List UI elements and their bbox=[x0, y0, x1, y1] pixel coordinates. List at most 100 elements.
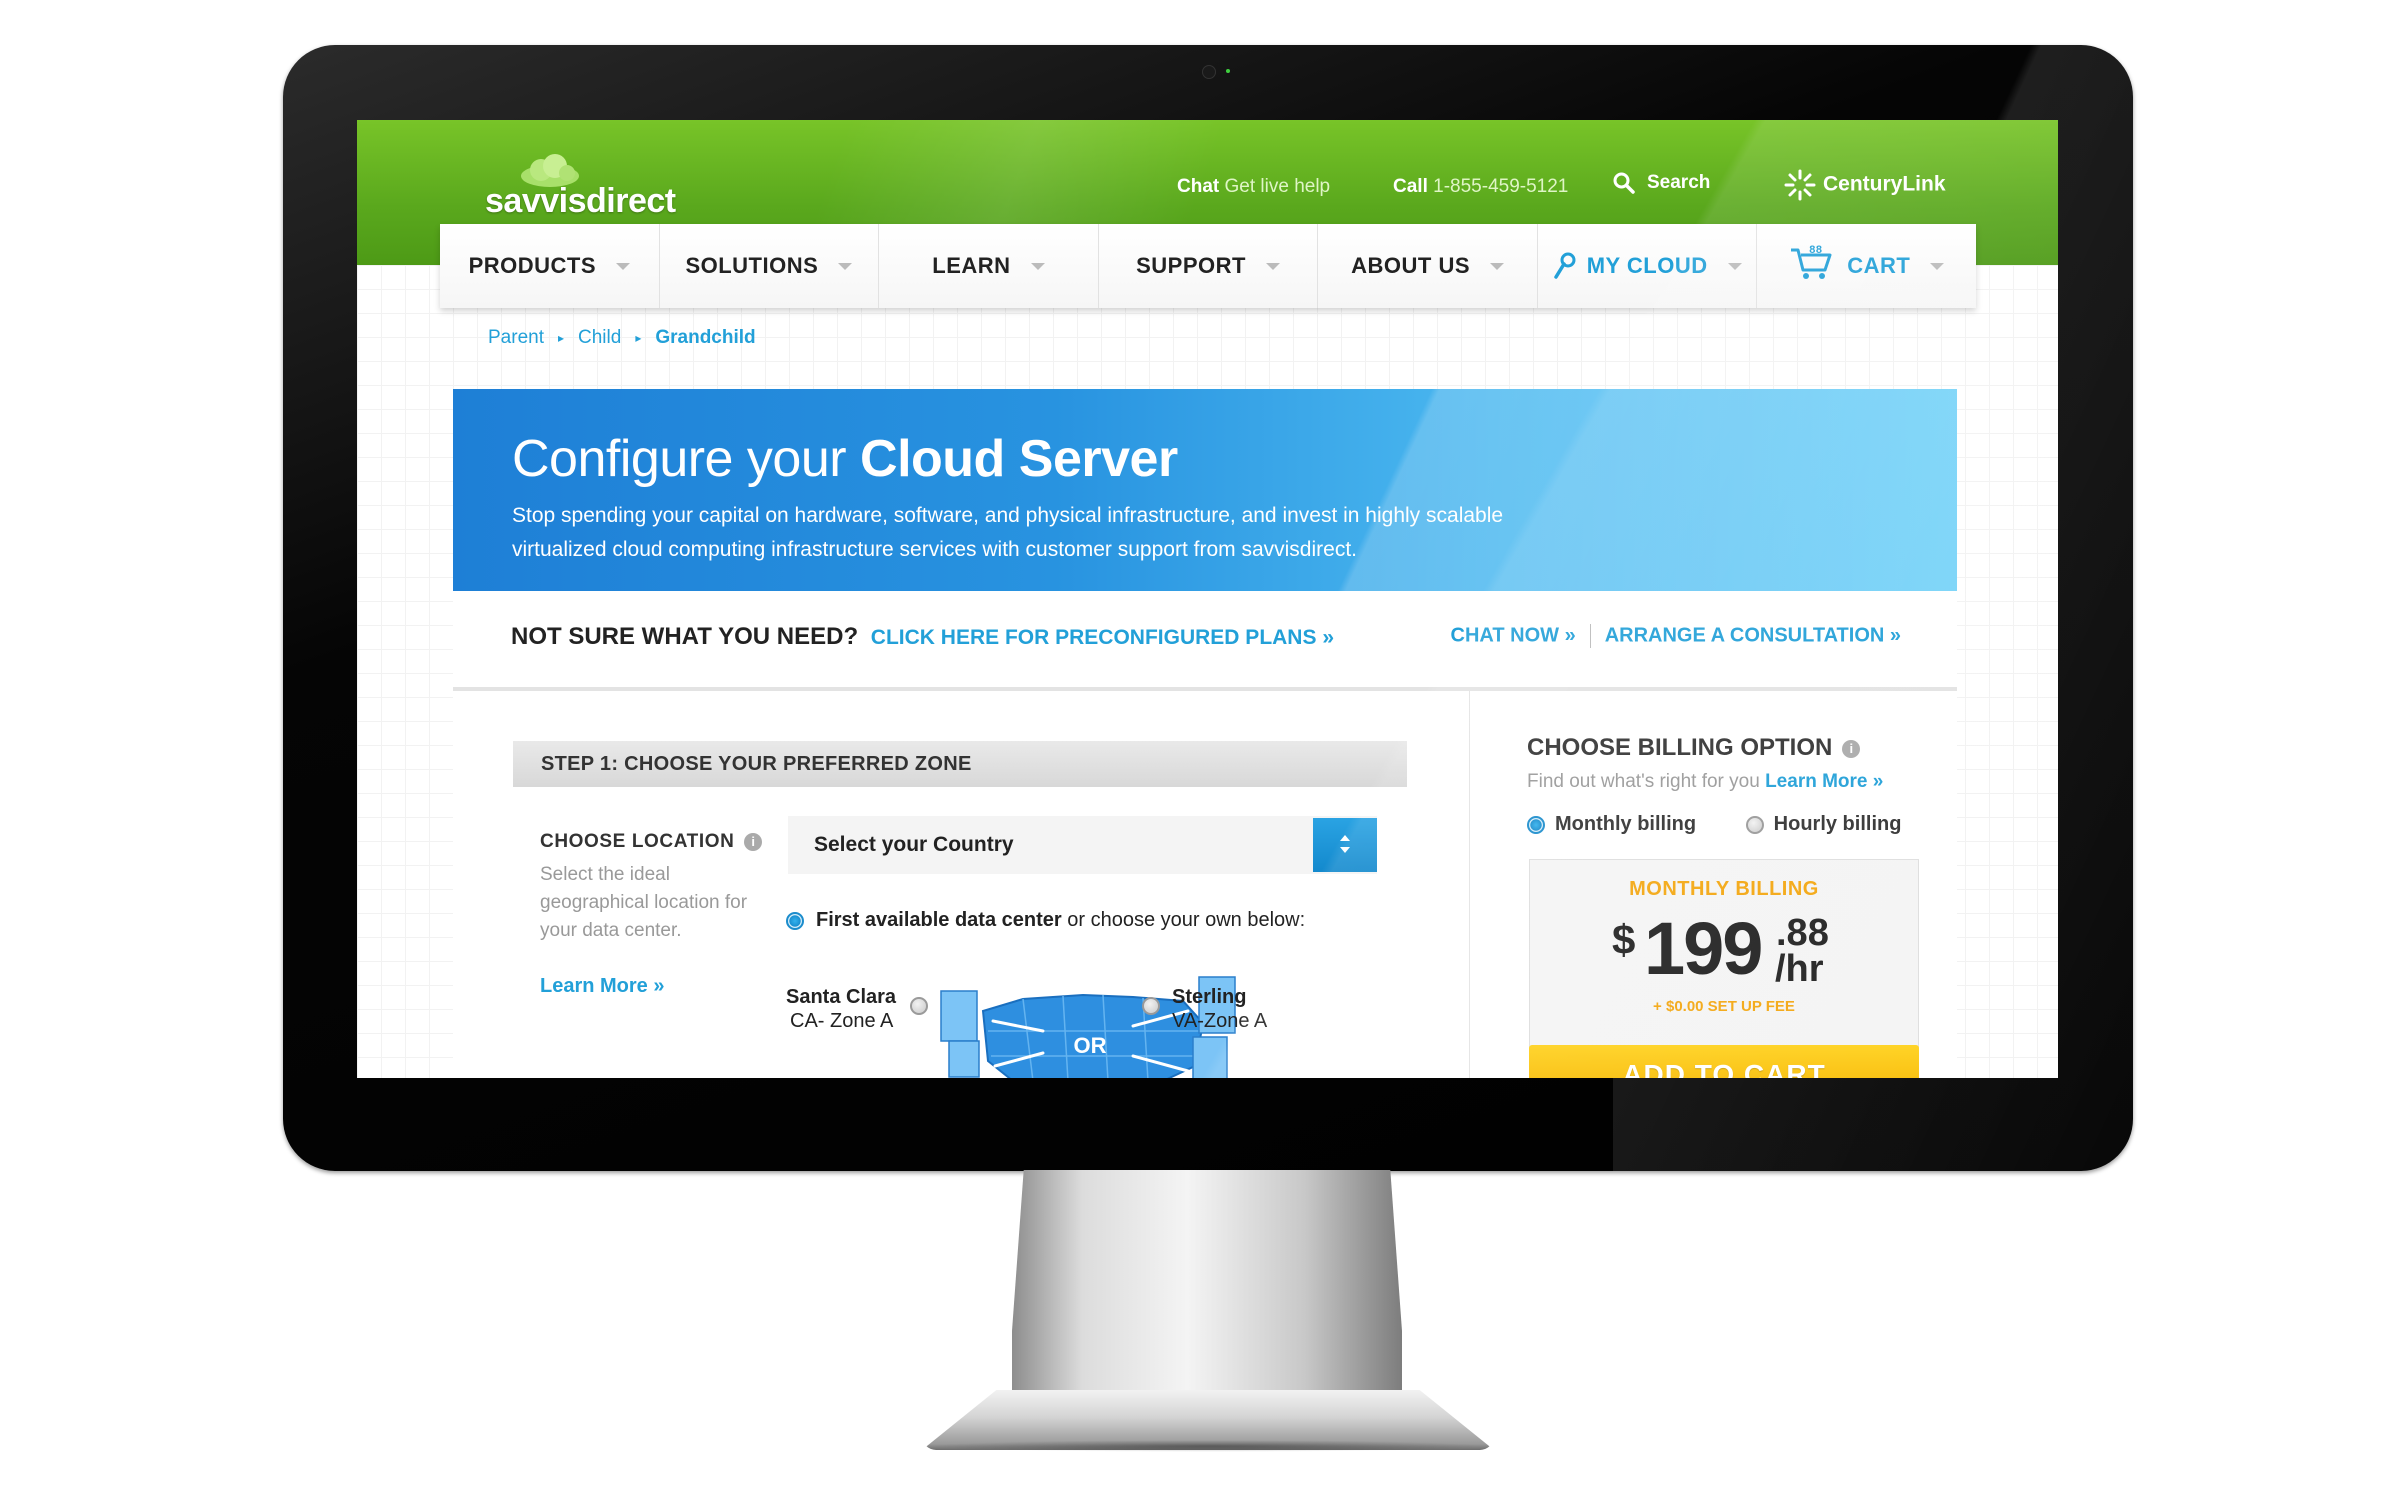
nav-solutions[interactable]: SOLUTIONS bbox=[658, 224, 879, 308]
key-icon bbox=[1553, 252, 1576, 279]
column-divider bbox=[1469, 691, 1470, 1078]
billing-title-text: CHOOSE BILLING OPTION bbox=[1527, 734, 1833, 761]
monthly-billing-label: Monthly billing bbox=[1555, 813, 1697, 835]
cart-count: 88 bbox=[1809, 244, 1823, 256]
nav-about-us[interactable]: ABOUT US bbox=[1317, 224, 1537, 308]
nav-learn-label: LEARN bbox=[932, 253, 1011, 278]
santa-clara-name: Santa Clara bbox=[786, 986, 897, 1008]
location-learn-more[interactable]: Learn More » bbox=[540, 975, 664, 998]
page-title: Configure your Cloud Server bbox=[512, 429, 1178, 489]
nav-products-label: PRODUCTS bbox=[468, 253, 597, 278]
sterling-zone: VA-Zone A bbox=[1172, 1010, 1268, 1032]
chevron-down-icon bbox=[1490, 262, 1505, 270]
first-available-rest: or choose your own below: bbox=[1067, 909, 1306, 931]
nav-my-cloud[interactable]: MY CLOUD bbox=[1536, 224, 1757, 308]
help-question: NOT SURE WHAT YOU NEED? bbox=[511, 623, 859, 650]
centurylink-text: CenturyLink bbox=[1823, 172, 1946, 196]
consultation-link[interactable]: ARRANGE A CONSULTATION » bbox=[1605, 624, 1901, 646]
hero-description: Stop spending your capital on hardware, … bbox=[512, 504, 1504, 561]
logo-text: savvisdirect bbox=[485, 182, 676, 220]
location-description: Select the ideal geographical location f… bbox=[540, 864, 748, 941]
monthly-billing-option[interactable]: Monthly billing bbox=[1527, 813, 1696, 836]
divider bbox=[1589, 624, 1591, 648]
info-icon[interactable]: i bbox=[1842, 739, 1861, 758]
add-to-cart-label: ADD TO CART bbox=[1622, 1059, 1826, 1078]
santa-clara-radio[interactable] bbox=[910, 997, 928, 1015]
monitor-shadow bbox=[930, 1440, 1486, 1452]
hourly-billing-radio[interactable] bbox=[1745, 815, 1764, 834]
breadcrumb-current: Grandchild bbox=[655, 327, 756, 348]
step-title: STEP 1: CHOOSE YOUR PREFERRED ZONE bbox=[541, 753, 972, 775]
datacenter-santa-clara[interactable]: Santa Clara CA- Zone A bbox=[786, 985, 928, 1033]
monitor-stand bbox=[1012, 1170, 1402, 1400]
chevron-down-icon bbox=[1930, 262, 1945, 270]
nav-cart-label: CART bbox=[1847, 253, 1911, 278]
country-select[interactable]: Select your Country bbox=[788, 816, 1377, 874]
nav-products[interactable]: PRODUCTS bbox=[440, 224, 659, 308]
chat-link[interactable]: Chat Get live help bbox=[1177, 176, 1330, 198]
configurator: STEP 1: CHOOSE YOUR PREFERRED ZONE CHOOS… bbox=[453, 691, 1957, 1078]
search-link[interactable]: Search bbox=[1613, 172, 1710, 194]
nav-my-cloud-label: MY CLOUD bbox=[1586, 253, 1708, 278]
hourly-billing-option[interactable]: Hourly billing bbox=[1745, 813, 1902, 836]
call-link[interactable]: Call 1-855-459-5121 bbox=[1393, 176, 1568, 198]
breadcrumb-parent[interactable]: Parent bbox=[488, 327, 544, 348]
monthly-billing-radio[interactable] bbox=[1527, 815, 1545, 834]
hourly-billing-label: Hourly billing bbox=[1773, 813, 1902, 835]
billing-learn-more[interactable]: Learn More » bbox=[1765, 771, 1883, 792]
sterling-radio[interactable] bbox=[1142, 997, 1160, 1015]
sterling-name: Sterling bbox=[1172, 986, 1247, 1008]
chevron-down-icon bbox=[616, 262, 631, 270]
webcam-light bbox=[1226, 69, 1230, 73]
help-links: CHAT NOW » ARRANGE A CONSULTATION » bbox=[1451, 624, 1901, 648]
centurylink-burst-icon bbox=[1784, 169, 1816, 201]
billing-subtitle: Find out what's right for you Learn More… bbox=[1527, 771, 1883, 793]
first-available-option[interactable]: First available data center or choose yo… bbox=[786, 909, 1305, 932]
location-label: CHOOSE LOCATION i bbox=[540, 831, 763, 853]
billing-subtitle-text: Find out what's right for you bbox=[1527, 771, 1760, 792]
chevron-down-icon bbox=[838, 262, 853, 270]
first-available-bold: First available data center bbox=[816, 909, 1062, 931]
chevron-right-icon: ▸ bbox=[635, 330, 642, 345]
title-light: Configure your bbox=[512, 430, 847, 488]
search-icon bbox=[1613, 172, 1635, 194]
price-currency: $ bbox=[1612, 916, 1636, 963]
nav-solutions-label: SOLUTIONS bbox=[685, 253, 819, 278]
hero-banner: Configure your Cloud Server Stop spendin… bbox=[453, 389, 1957, 591]
add-to-cart-button[interactable]: ADD TO CART bbox=[1529, 1045, 1919, 1078]
datacenter-sterling[interactable]: Sterling VA-Zone A bbox=[1142, 985, 1268, 1033]
breadcrumb-child[interactable]: Child bbox=[578, 327, 621, 348]
phone-number: 1-855-459-5121 bbox=[1433, 176, 1569, 197]
breadcrumb: Parent ▸ Child ▸ Grandchild bbox=[488, 327, 756, 349]
webcam bbox=[1202, 65, 1216, 79]
setup-fee: + $0.00 SET UP FEE bbox=[1653, 998, 1795, 1015]
nav-learn[interactable]: LEARN bbox=[878, 224, 1098, 308]
santa-clara-zone: CA- Zone A bbox=[790, 1010, 894, 1032]
preconfigured-plans-link[interactable]: CLICK HERE FOR PRECONFIGURED PLANS » bbox=[871, 626, 1334, 649]
price-unit: /hr bbox=[1775, 948, 1824, 990]
map-or-label: OR bbox=[1074, 1033, 1107, 1058]
nav-support-label: SUPPORT bbox=[1136, 253, 1246, 278]
chat-now-link[interactable]: CHAT NOW » bbox=[1451, 624, 1576, 646]
help-bar: NOT SURE WHAT YOU NEED? CLICK HERE FOR P… bbox=[453, 591, 1957, 691]
nav-support[interactable]: SUPPORT bbox=[1097, 224, 1318, 308]
centurylink-logo[interactable]: CenturyLink bbox=[1783, 168, 1946, 202]
chevron-down-icon bbox=[1030, 262, 1045, 270]
first-available-radio[interactable] bbox=[786, 911, 804, 930]
billing-title: CHOOSE BILLING OPTION i bbox=[1527, 734, 1861, 762]
main-nav: PRODUCTS SOLUTIONS LEARN SUPPORT ABOUT U… bbox=[440, 224, 1977, 308]
chevron-right-icon: ▸ bbox=[557, 330, 565, 345]
call-label: Call bbox=[1393, 176, 1428, 197]
nav-about-label: ABOUT US bbox=[1351, 253, 1471, 278]
chat-sublabel: Get live help bbox=[1224, 176, 1331, 197]
price-box-label: MONTHLY BILLING bbox=[1629, 878, 1819, 900]
location-label-text: CHOOSE LOCATION bbox=[540, 831, 735, 852]
help-question-row: NOT SURE WHAT YOU NEED? CLICK HERE FOR P… bbox=[511, 623, 1334, 651]
info-icon[interactable]: i bbox=[744, 832, 763, 851]
chat-label: Chat bbox=[1177, 176, 1220, 197]
step-header: STEP 1: CHOOSE YOUR PREFERRED ZONE bbox=[513, 741, 1407, 787]
screen: savvisdirect Chat Get live help Call 1-8… bbox=[357, 120, 2058, 1078]
select-arrows-icon[interactable] bbox=[1313, 818, 1377, 872]
nav-cart[interactable]: 88 CART bbox=[1756, 224, 1977, 308]
chevron-down-icon bbox=[1265, 262, 1280, 270]
